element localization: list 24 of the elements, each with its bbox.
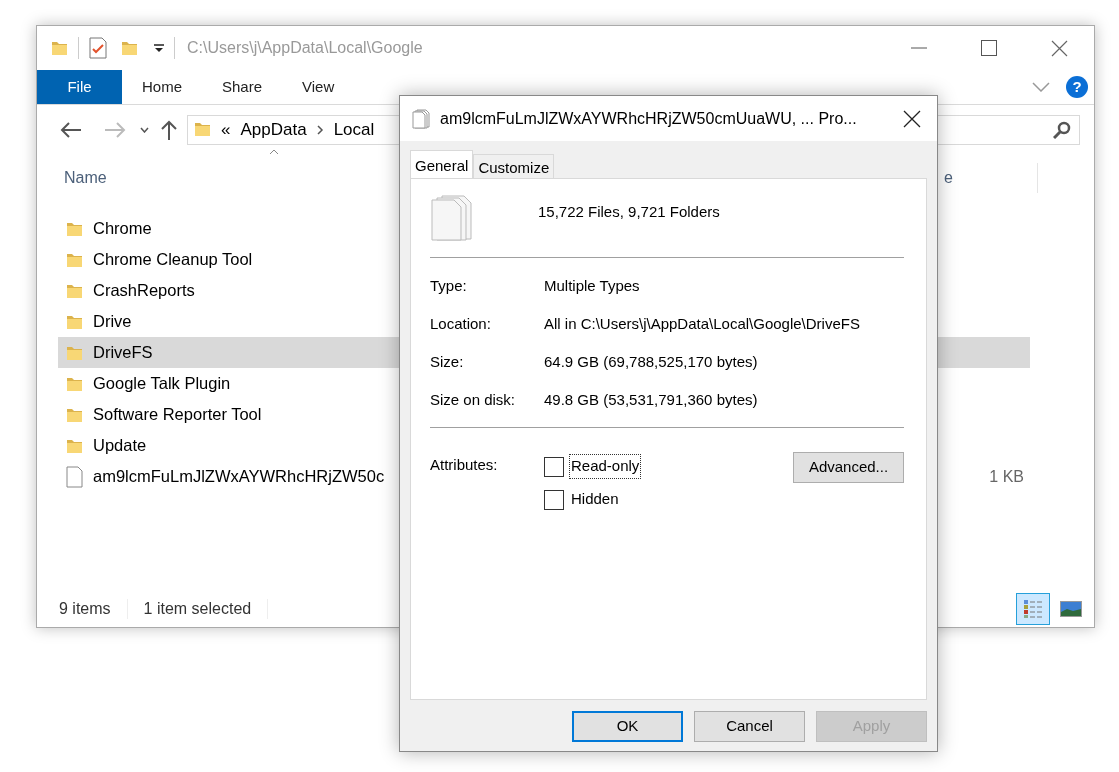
property-label: Size on disk:	[430, 389, 517, 410]
window-title: C:\Users\j\AppData\Local\Google	[187, 38, 423, 58]
file-name: Chrome Cleanup Tool	[93, 249, 253, 271]
property-value: All in C:\Users\j\AppData\Local\Google\DriveFS	[544, 313, 860, 334]
property-label: Size:	[430, 351, 465, 372]
file-name: CrashReports	[93, 280, 195, 302]
file-size: 1 KB	[989, 466, 1025, 487]
property-value: Multiple Types	[544, 275, 640, 296]
property-value: 49.8 GB (53,531,791,360 bytes)	[544, 389, 758, 410]
file-name: Software Reporter Tool	[93, 404, 262, 426]
property-label: Location:	[430, 313, 492, 334]
status-text: 9 items	[59, 599, 111, 619]
file-name: Google Talk Plugin	[93, 373, 231, 395]
summary-text: 15,722 Files, 9,721 Folders	[538, 202, 720, 222]
property-label: Type:	[430, 275, 468, 296]
file-name: am9lcmFuLmJlZWxAYWRhcHRjZW50c	[93, 466, 385, 488]
dialog-title: am9lcmFuLmJlZWxAYWRhcHRjZW50cmUuaWU, ... Pro...	[440, 108, 857, 129]
file-name: Chrome	[93, 218, 152, 240]
file-name: DriveFS	[93, 342, 153, 364]
property-value: 64.9 GB (69,788,525,170 bytes)	[544, 351, 758, 372]
file-name: Drive	[93, 311, 132, 333]
status-text: 1 item selected	[143, 599, 252, 619]
file-name: Update	[93, 435, 147, 457]
attributes-label: Attributes:	[430, 455, 499, 475]
